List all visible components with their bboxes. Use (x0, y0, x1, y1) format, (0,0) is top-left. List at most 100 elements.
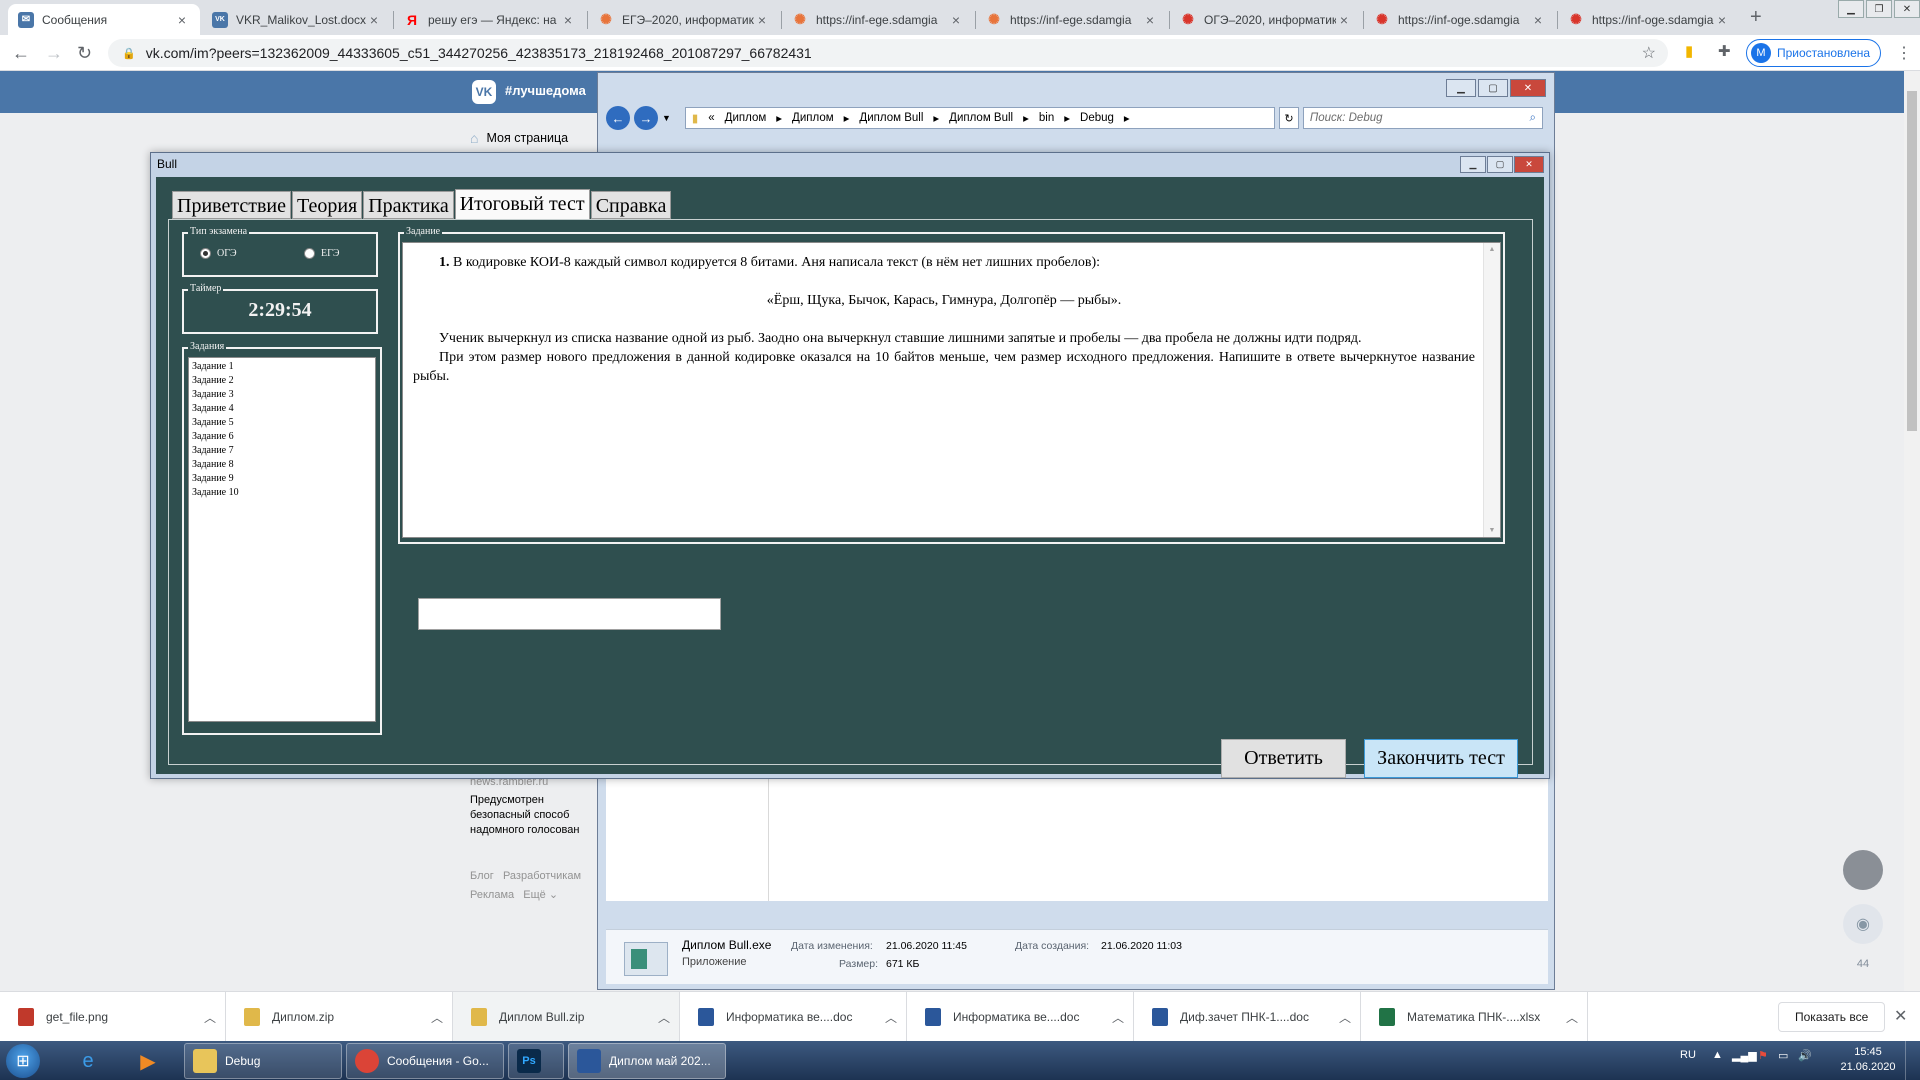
internet-explorer-icon[interactable]: e (66, 1045, 110, 1077)
question-scrollbar[interactable]: ▲ ▼ (1483, 243, 1500, 537)
avatar[interactable] (1843, 850, 1883, 890)
breadcrumb-part[interactable]: « (708, 112, 714, 124)
maximize-icon[interactable]: ▢ (1487, 156, 1513, 173)
list-item[interactable]: Задание 8 (192, 458, 372, 472)
browser-tab-8[interactable]: ✺ https://inf-oge.sdamgia × (1558, 4, 1740, 35)
start-button-icon[interactable]: ⊞ (6, 1044, 40, 1078)
list-item[interactable]: Задание 7 (192, 444, 372, 458)
show-desktop-button[interactable] (1905, 1041, 1920, 1080)
chevron-up-icon[interactable]: ︿ (195, 1009, 225, 1026)
chevron-up-icon[interactable]: ︿ (1557, 1009, 1587, 1026)
answer-input[interactable] (418, 598, 721, 630)
close-tab-icon[interactable]: × (366, 12, 382, 28)
vk-footer-dev[interactable]: Разработчикам (503, 870, 581, 882)
network-icon[interactable]: ▂▄▆ (1732, 1049, 1757, 1062)
list-item[interactable]: Задание 6 (192, 430, 372, 444)
scroll-down-icon[interactable]: ▼ (1484, 527, 1500, 534)
chevron-up-icon[interactable]: ︿ (1103, 1009, 1133, 1026)
close-tab-icon[interactable]: × (948, 12, 964, 28)
history-dropdown-icon[interactable]: ▼ (662, 113, 671, 123)
list-item[interactable]: Задание 5 (192, 416, 372, 430)
close-tab-icon[interactable]: × (1530, 12, 1546, 28)
explorer-back-icon[interactable]: ← (606, 106, 630, 130)
vk-footer-more[interactable]: Ещё ⌄ (523, 889, 558, 901)
breadcrumb-part[interactable]: Debug (1080, 112, 1114, 124)
taskbar-item[interactable]: Ps (508, 1043, 564, 1079)
browser-tab-1[interactable]: VK VKR_Malikov_Lost.docx × (202, 4, 392, 35)
close-tab-icon[interactable]: × (1714, 12, 1730, 28)
list-item[interactable]: Задание 10 (192, 486, 372, 500)
list-item[interactable]: Задание 3 (192, 388, 372, 402)
vk-hashtag[interactable]: #лучшедома (505, 83, 586, 98)
browser-tab-5[interactable]: ✺ https://inf-ege.sdamgia × (976, 4, 1168, 35)
extensions-puzzle-icon[interactable]: ✚ (1718, 42, 1731, 60)
browser-menu-icon[interactable]: ⋮ (1896, 43, 1912, 63)
list-item[interactable]: Задание 1 (192, 360, 372, 374)
tab-greeting[interactable]: Приветствие (172, 191, 291, 219)
page-scrollbar[interactable] (1904, 71, 1920, 991)
download-item[interactable]: Диплом Bull.zip ︿ (453, 992, 680, 1042)
tab-final-test[interactable]: Итоговый тест (454, 189, 590, 219)
close-tab-icon[interactable]: × (1142, 12, 1158, 28)
forward-arrow-icon[interactable]: → (45, 43, 63, 64)
vk-news-block[interactable]: news.rambler.ru Предусмотрен безопасный … (470, 775, 600, 838)
download-item[interactable]: Информатика ве....doc ︿ (907, 992, 1134, 1042)
scroll-up-icon[interactable]: ▲ (1484, 246, 1500, 253)
minimize-icon[interactable]: ▁ (1446, 79, 1476, 97)
browser-tab-6[interactable]: ✺ ОГЭ–2020, информатик × (1170, 4, 1362, 35)
close-window-icon[interactable]: ✕ (1894, 0, 1920, 18)
browser-tab-3[interactable]: ✺ ЕГЭ–2020, информатик × (588, 4, 780, 35)
search-icon[interactable]: ⌕ (1529, 112, 1535, 125)
vk-logo-icon[interactable]: VK (472, 80, 496, 104)
browser-tab-7[interactable]: ✺ https://inf-oge.sdamgia × (1364, 4, 1556, 35)
close-tab-icon[interactable]: × (754, 12, 770, 28)
pane-divider[interactable] (768, 773, 769, 901)
minimize-icon[interactable]: ▁ (1460, 156, 1486, 173)
breadcrumb-part[interactable]: Диплом (725, 112, 767, 124)
tray-expand-icon[interactable]: ▲ (1712, 1049, 1723, 1061)
scrollbar-thumb[interactable] (1907, 91, 1917, 431)
media-player-icon[interactable]: ▶ (126, 1045, 170, 1077)
breadcrumb-part[interactable]: bin (1039, 112, 1054, 124)
taskbar-item[interactable]: Debug (184, 1043, 342, 1079)
camera-icon[interactable]: ◉ (1843, 904, 1883, 944)
breadcrumb-part[interactable]: Диплом Bull (949, 112, 1013, 124)
back-arrow-icon[interactable]: ← (12, 43, 30, 64)
close-tab-icon[interactable]: × (174, 12, 190, 28)
list-item[interactable]: Задание 4 (192, 402, 372, 416)
answer-button[interactable]: Ответить (1221, 739, 1346, 778)
system-clock[interactable]: 15:45 21.06.2020 (1838, 1045, 1898, 1075)
chevron-up-icon[interactable]: ︿ (876, 1009, 906, 1026)
browser-tab-4[interactable]: ✺ https://inf-ege.sdamgia × (782, 4, 974, 35)
finish-test-button[interactable]: Закончить тест (1364, 739, 1518, 778)
lock-icon[interactable]: 🔒 (122, 47, 136, 60)
breadcrumb-part[interactable]: Диплом Bull (859, 112, 923, 124)
taskbar-item[interactable]: Сообщения - Go... (346, 1043, 504, 1079)
radio-oge[interactable]: ОГЭ (200, 248, 237, 259)
download-item[interactable]: Диф.зачет ПНК-1....doc ︿ (1134, 992, 1361, 1042)
show-all-button[interactable]: Показать все (1778, 1002, 1886, 1032)
power-icon[interactable]: ▭ (1778, 1049, 1788, 1062)
taskbar-item[interactable]: Диплом май 202... (568, 1043, 726, 1079)
tasks-listbox[interactable]: Задание 1 Задание 2 Задание 3 Задание 4 … (188, 357, 376, 722)
list-item[interactable]: Задание 2 (192, 374, 372, 388)
explorer-forward-icon[interactable]: → (634, 106, 658, 130)
close-icon[interactable]: ✕ (1510, 79, 1546, 97)
refresh-icon[interactable]: ↻ (1278, 107, 1299, 129)
download-item[interactable]: get_file.png ︿ (0, 992, 226, 1042)
radio-unselected-icon[interactable] (304, 248, 315, 259)
close-icon[interactable]: ✕ (1514, 156, 1544, 173)
close-icon[interactable]: ✕ (1894, 1006, 1907, 1026)
language-indicator[interactable]: RU (1680, 1049, 1696, 1061)
breadcrumb-part[interactable]: Диплом (792, 112, 834, 124)
reload-icon[interactable]: ↻ (77, 43, 92, 64)
radio-selected-icon[interactable] (200, 248, 211, 259)
tab-help[interactable]: Справка (590, 191, 672, 219)
vk-footer-ads[interactable]: Реклама (470, 889, 514, 901)
radio-ege[interactable]: ЕГЭ (304, 248, 340, 259)
close-tab-icon[interactable]: × (1336, 12, 1352, 28)
maximize-icon[interactable]: ▢ (1478, 79, 1508, 97)
browser-tab-2[interactable]: Я решу егэ — Яндекс: на × (394, 4, 586, 35)
address-bar[interactable]: 🔒 vk.com/im?peers=132362009_44333605_c51… (108, 39, 1668, 67)
chevron-up-icon[interactable]: ︿ (422, 1009, 452, 1026)
